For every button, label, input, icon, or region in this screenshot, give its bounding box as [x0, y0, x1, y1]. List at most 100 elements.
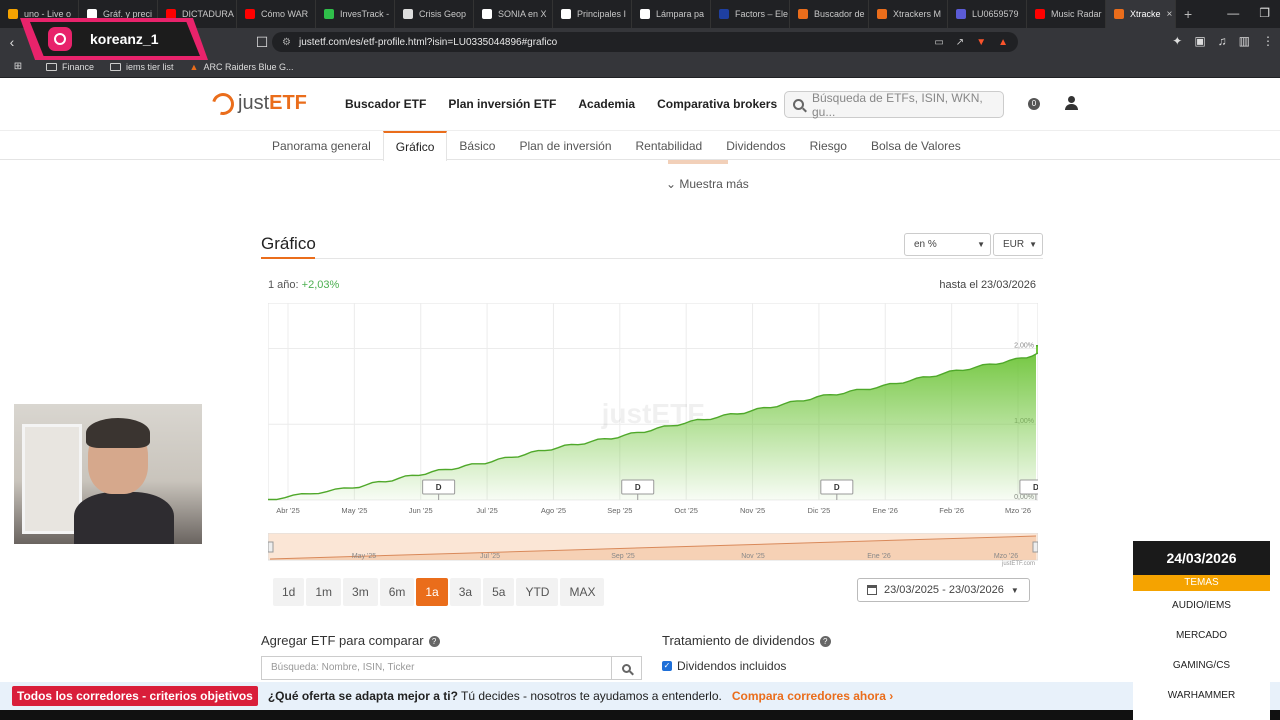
music-icon[interactable]: ♫ [1218, 34, 1227, 48]
subnav-tab[interactable]: Dividendos [714, 131, 797, 161]
navigator-label: Sep '25 [611, 553, 635, 560]
close-tab-icon[interactable]: × [1167, 9, 1173, 20]
period-value: +2,03% [301, 279, 340, 291]
site-settings-icon[interactable]: ⚙ [282, 37, 291, 48]
navigator-label: Ene '26 [867, 553, 891, 560]
period-performance: 1 año: +2,03% [268, 279, 339, 291]
range-buttons: 1d 1m 3m 6m 1a 3a 5a YTD MAX [273, 578, 605, 606]
range-button[interactable]: 1d [273, 578, 305, 606]
browser-tab[interactable]: Buscador de [790, 0, 869, 28]
browser-tab[interactable]: Music Radar [1027, 0, 1106, 28]
performance-chart[interactable]: 0,00%1,00%2,00%justETFDDDDAbr '25May '25… [268, 303, 1038, 518]
range-button[interactable]: 1a [416, 578, 448, 606]
apps-grid-icon[interactable]: ⊞ [6, 61, 30, 72]
bookmark-icon[interactable]: ☐ [250, 34, 274, 51]
browser-tab[interactable]: Xtracke × [1106, 0, 1176, 28]
bookmark-finance[interactable]: Finance [46, 62, 94, 72]
subnav-tab[interactable]: Plan de inversión [507, 131, 623, 161]
compare-search-input[interactable]: Búsqueda: Nombre, ISIN, Ticker [261, 656, 612, 680]
bookmark-arc-raiders[interactable]: ▲ ARC Raiders Blue G... [190, 62, 294, 72]
tab-favicon-icon [640, 9, 650, 19]
nav-plan-inversion[interactable]: Plan inversión ETF [448, 97, 556, 111]
browser-tab[interactable]: Xtrackers M [869, 0, 948, 28]
range-button[interactable]: 3a [449, 578, 482, 606]
new-tab-icon[interactable]: + [1176, 6, 1200, 22]
subnav-tab[interactable]: Gráfico [382, 131, 448, 161]
date-range-picker[interactable]: 23/03/2025 - 23/03/2026 ▼ [857, 578, 1030, 602]
subnav-tab[interactable]: Rentabilidad [624, 131, 715, 161]
nav-comparativa-brokers[interactable]: Comparativa brokers [657, 97, 777, 111]
bookmark-iems[interactable]: iems tier list [110, 62, 174, 72]
cast-icon[interactable]: ▭ [934, 37, 943, 48]
unit-select[interactable]: en % ▼ [904, 233, 991, 256]
arc-icon: ▲ [189, 61, 199, 72]
subnav-tab[interactable]: Riesgo [798, 131, 859, 161]
show-more-link[interactable]: ⌄ Muestra más [666, 177, 749, 191]
browser-tab[interactable]: Factors – Ele [711, 0, 790, 28]
wallet-icon[interactable]: ▣ [1194, 34, 1205, 48]
instagram-icon [48, 27, 72, 51]
range-button[interactable]: 6m [379, 578, 415, 606]
folder-icon [46, 62, 57, 71]
calendar-icon [867, 585, 877, 595]
chevron-down-icon: ▼ [1029, 240, 1037, 249]
help-icon[interactable]: ? [428, 636, 440, 647]
subnav-tab[interactable]: Panorama general [260, 131, 383, 161]
browser-tab[interactable]: Lámpara pa [632, 0, 711, 28]
range-button[interactable]: 5a [483, 578, 515, 606]
browser-tab[interactable]: Crisis Geop [395, 0, 474, 28]
etf-search-input[interactable]: Búsqueda de ETFs, ISIN, WKN, gu... [784, 91, 1004, 119]
checkbox-checked-icon: ✓ [662, 661, 672, 671]
topics-panel: 24/03/2026 TEMAS AUDIO/IEMS MERCADO GAMI… [1133, 541, 1270, 720]
watchlist-counter-badge[interactable]: 0 [1028, 98, 1040, 110]
justetf-logo[interactable]: justETF [207, 88, 307, 119]
tab-favicon-icon [166, 9, 176, 19]
browser-tab[interactable]: SONIA en X [474, 0, 553, 28]
dividends-included-checkbox[interactable]: ✓ Dividendos incluidos [662, 659, 786, 673]
restore-icon[interactable]: ❐ [1259, 6, 1270, 20]
range-button[interactable]: MAX [560, 578, 605, 606]
bookmark-label: ARC Raiders Blue G... [203, 61, 294, 72]
range-button[interactable]: 1m [306, 578, 342, 606]
currency-select[interactable]: EUR ▼ [993, 233, 1043, 256]
back-icon[interactable]: ‹ [0, 34, 24, 50]
browser-tab[interactable]: Cómo WAR [237, 0, 316, 28]
compare-input-placeholder: Búsqueda: Nombre, ISIN, Ticker [271, 662, 415, 673]
section-title-underline [261, 257, 315, 259]
menu-icon[interactable]: ⋮ [1262, 34, 1274, 48]
range-button[interactable]: 3m [343, 578, 378, 606]
browser-tab[interactable]: LU0659579 [948, 0, 1027, 28]
chart-navigator[interactable]: May '25 Jul '25 Sep '25 Nov '25 Ene '26 Mzo '… [267, 532, 1039, 563]
sidebar-icon[interactable]: ▥ [1239, 34, 1250, 48]
tab-favicon-icon [403, 9, 413, 19]
tab-favicon-icon [8, 9, 18, 19]
minimize-icon[interactable]: — [1227, 6, 1239, 20]
compare-search-button[interactable] [611, 656, 642, 680]
currency-select-value: EUR [1003, 239, 1025, 250]
broker-banner: Todos los corredores - criterios objetiv… [0, 682, 1280, 710]
logo-just: just [238, 92, 270, 114]
nav-buscador-etf[interactable]: Buscador ETF [345, 97, 426, 111]
subnav-tab[interactable]: Básico [447, 131, 507, 161]
user-icon[interactable] [1065, 96, 1078, 110]
url-box[interactable]: ⚙ justetf.com/es/etf-profile.html?isin=L… [272, 32, 1018, 52]
nav-academia[interactable]: Academia [578, 97, 635, 111]
range-button[interactable]: YTD [516, 578, 559, 606]
chevron-down-icon: ▼ [1010, 585, 1019, 595]
subnav-tab[interactable]: Bolsa de Valores [859, 131, 973, 161]
webcam-feed [14, 404, 202, 544]
tab-favicon-icon [87, 9, 97, 19]
url-text[interactable]: justetf.com/es/etf-profile.html?isin=LU0… [299, 37, 557, 48]
banner-badge[interactable]: Todos los corredores - criterios objetiv… [12, 686, 258, 706]
banner-cta-link[interactable]: Compara corredores ahora › [732, 689, 893, 703]
browser-tab[interactable]: Principales I [553, 0, 632, 28]
tab-label: Music Radar [1051, 9, 1102, 19]
brave-shield-icon[interactable]: ▼ [976, 37, 986, 48]
browser-tab[interactable]: InvesTrack - [316, 0, 395, 28]
tab-favicon-icon [798, 9, 808, 19]
brave-rewards-icon[interactable]: ▲ [998, 37, 1008, 48]
extensions-icon[interactable]: ✦ [1172, 34, 1182, 48]
help-icon[interactable]: ? [819, 636, 831, 647]
share-icon[interactable]: ↗ [956, 37, 964, 48]
bottom-strip [0, 710, 1280, 720]
